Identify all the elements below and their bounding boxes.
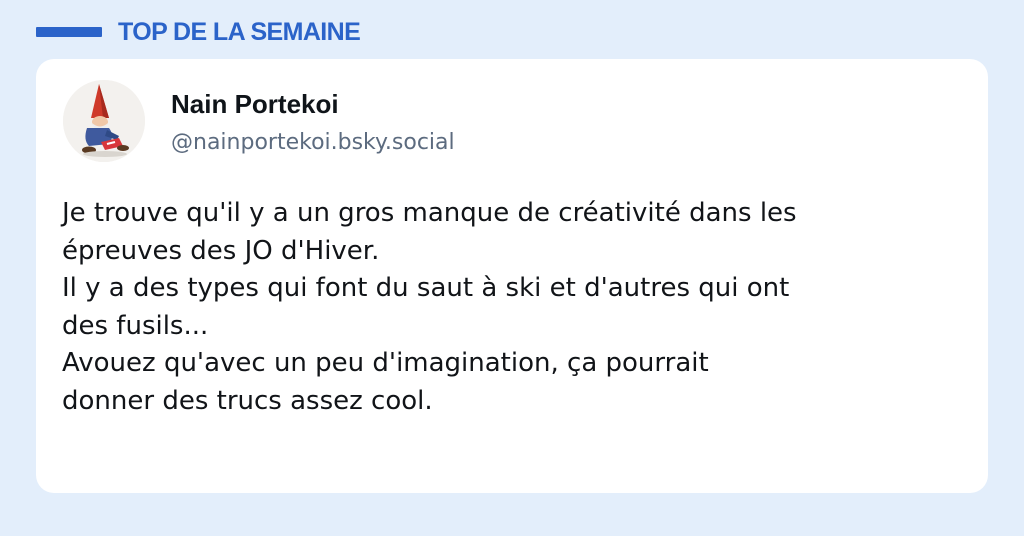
section-header: TOP DE LA SEMAINE <box>36 17 361 47</box>
post-text-line: épreuves des JO d'Hiver. <box>62 235 380 266</box>
garden-gnome-icon <box>63 80 145 162</box>
post-text-line: Avouez qu'avec un peu d'imagination, ça … <box>62 348 709 378</box>
post-text-line: des fusils... <box>62 310 209 341</box>
author-name[interactable]: Nain Portekoi <box>171 88 339 120</box>
post-text-line: Je trouve qu'il y a un gros manque de cr… <box>62 198 797 228</box>
section-title: TOP DE LA SEMAINE <box>118 18 361 46</box>
author-handle[interactable]: @nainportekoi.bsky.social <box>171 128 455 158</box>
post-text-line: Il y a des types qui font du saut à ski … <box>62 273 790 303</box>
header-accent-bar <box>36 27 102 37</box>
post-text-line: donner des trucs assez cool. <box>62 385 433 416</box>
author-avatar[interactable] <box>63 80 145 162</box>
post-card[interactable]: Nain Portekoi @nainportekoi.bsky.social … <box>36 59 988 493</box>
post-text: Je trouve qu'il y a un gros manque de cr… <box>62 195 972 420</box>
